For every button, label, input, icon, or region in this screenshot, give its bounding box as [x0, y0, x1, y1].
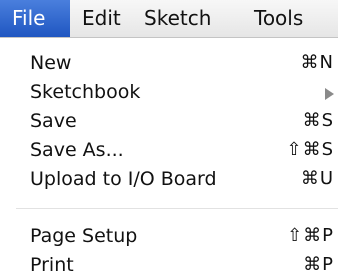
menu-item-shortcut: ⌘N [300, 52, 334, 73]
menu-item-page-setup[interactable]: Page Setup ⇧⌘P [16, 222, 338, 250]
menu-item-shortcut: ⌘U [300, 168, 334, 189]
menu-edit[interactable]: Edit [82, 0, 121, 37]
menu-item-label: Sketchbook [30, 81, 141, 103]
menu-separator [16, 208, 338, 209]
menu-item-label: New [30, 52, 72, 74]
menu-item-save-as[interactable]: Save As... ⇧⌘S [16, 136, 338, 164]
menu-item-shortcut: ⌘P [303, 254, 334, 275]
menu-item-new[interactable]: New ⌘N [16, 49, 338, 77]
menu-file[interactable]: File [0, 0, 70, 37]
submenu-arrow-icon [325, 88, 334, 100]
menu-item-label: Print [30, 254, 74, 276]
menu-item-shortcut: ⌘S [302, 110, 334, 131]
menu-bar: File Edit Sketch Tools [0, 0, 338, 38]
menu-item-shortcut: ⇧⌘S [286, 139, 334, 160]
menu-tools[interactable]: Tools [254, 0, 303, 37]
menu-sketch[interactable]: Sketch [144, 0, 211, 37]
menu-item-sketchbook[interactable]: Sketchbook [16, 78, 338, 106]
menu-item-label: Upload to I/O Board [30, 168, 217, 190]
menu-item-shortcut: ⇧⌘P [287, 225, 334, 246]
file-dropdown-menu: New ⌘N Sketchbook Save ⌘S Save As... ⇧⌘S… [16, 38, 338, 276]
menu-item-label: Save As... [30, 139, 124, 161]
menu-item-label: Save [30, 110, 77, 132]
menu-item-upload[interactable]: Upload to I/O Board ⌘U [16, 165, 338, 193]
menu-item-label: Page Setup [30, 225, 138, 247]
menu-item-save[interactable]: Save ⌘S [16, 107, 338, 135]
menu-item-print[interactable]: Print ⌘P [16, 251, 338, 276]
